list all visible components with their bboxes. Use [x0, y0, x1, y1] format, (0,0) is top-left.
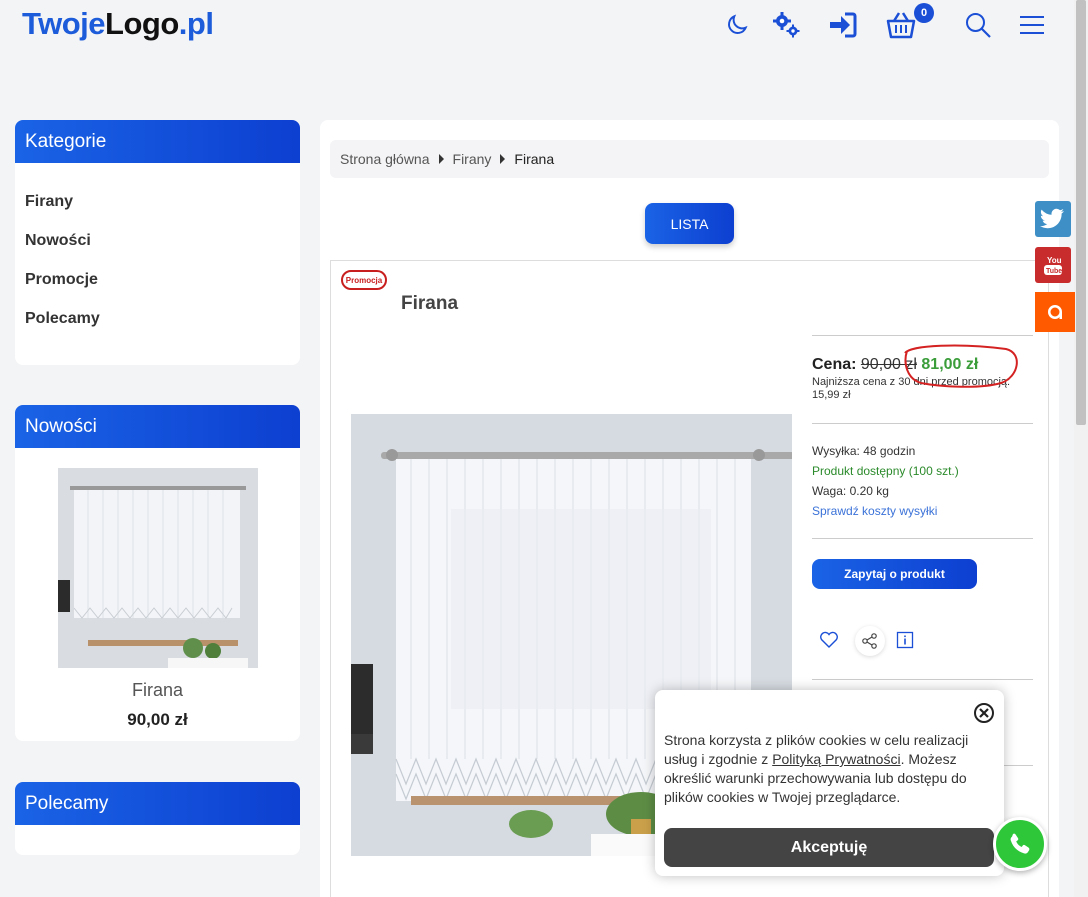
- info-icon[interactable]: [891, 626, 919, 654]
- ask-about-product-button[interactable]: Zapytaj o produkt: [812, 559, 977, 589]
- price-label: Cena:: [812, 356, 857, 373]
- shipping-row: Wysyłka: 48 godzin: [812, 444, 1033, 458]
- share-icon[interactable]: [855, 626, 885, 656]
- settings-icon[interactable]: [769, 8, 803, 42]
- heart-icon[interactable]: [815, 626, 843, 654]
- accept-cookies-button[interactable]: Akceptuję: [664, 828, 994, 867]
- basket-icon[interactable]: [884, 8, 918, 42]
- news-product-name[interactable]: Firana: [15, 680, 300, 701]
- search-icon[interactable]: [961, 8, 995, 42]
- svg-text:Tube: Tube: [1046, 268, 1062, 275]
- news-box: Nowości Firana 90,00 zł: [15, 405, 300, 741]
- logo-part-2: Logo: [105, 6, 179, 41]
- divider: [812, 423, 1033, 424]
- breadcrumb-separator-icon: [438, 154, 444, 164]
- product-title: Firana: [401, 293, 459, 314]
- twitter-icon[interactable]: [1035, 201, 1071, 237]
- categories-box: Kategorie Firany Nowości Promocje Poleca…: [15, 120, 300, 365]
- category-firany[interactable]: Firany: [25, 193, 290, 232]
- close-icon[interactable]: [973, 702, 995, 724]
- lowest-price-value: 15,99 zł: [812, 389, 851, 401]
- category-promocje[interactable]: Promocje: [25, 271, 290, 310]
- shipping-value: 48 godzin: [863, 444, 916, 458]
- category-nowosci[interactable]: Nowości: [25, 232, 290, 271]
- availability-status: Produkt dostępny (100 szt.): [812, 464, 959, 478]
- recommended-title: Polecamy: [15, 782, 300, 825]
- news-title: Nowości: [15, 405, 300, 448]
- weight-value: 0.20: [849, 484, 873, 498]
- divider: [812, 335, 1033, 336]
- cookie-banner: Strona korzysta z plików cookies w celu …: [655, 690, 1004, 876]
- promo-badge: Promocja: [341, 270, 387, 290]
- breadcrumb: Strona główna Firany Firana: [330, 140, 1049, 178]
- allegro-icon[interactable]: [1035, 292, 1075, 332]
- shipping-label: Wysyłka:: [812, 444, 860, 458]
- svg-text:You: You: [1047, 256, 1062, 265]
- breadcrumb-separator-icon: [500, 154, 506, 164]
- red-annotation-circle: [904, 344, 1018, 388]
- news-product-card[interactable]: Firana 90,00 zł: [15, 448, 300, 740]
- divider: [812, 538, 1033, 539]
- shipping-cost-link[interactable]: Sprawdź koszty wysyłki: [812, 504, 1033, 518]
- categories-title: Kategorie: [15, 120, 300, 163]
- divider: [812, 679, 1033, 680]
- scrollbar-thumb[interactable]: [1076, 0, 1086, 425]
- weight-unit: kg: [876, 484, 889, 498]
- logo-part-1: Twoje: [22, 6, 106, 41]
- news-product-image[interactable]: [57, 468, 258, 668]
- breadcrumb-category[interactable]: Firany: [453, 151, 492, 167]
- moon-icon[interactable]: [720, 8, 754, 42]
- list-view-button[interactable]: LISTA: [645, 203, 734, 244]
- privacy-policy-link[interactable]: Polityką Prywatności: [772, 751, 900, 767]
- cart-count-badge: 0: [914, 3, 934, 23]
- news-product-price: 90,00 zł: [127, 710, 188, 729]
- login-icon[interactable]: [826, 8, 860, 42]
- weight-row: Waga: 0.20 kg: [812, 484, 1033, 498]
- breadcrumb-home[interactable]: Strona główna: [340, 151, 430, 167]
- page-scrollbar[interactable]: [1074, 0, 1088, 897]
- youtube-icon[interactable]: You Tube: [1035, 247, 1071, 283]
- category-polecamy[interactable]: Polecamy: [25, 310, 290, 349]
- breadcrumb-current: Firana: [514, 151, 555, 167]
- logo-part-3: .pl: [178, 6, 214, 41]
- recommended-box: Polecamy: [15, 782, 300, 855]
- menu-icon[interactable]: [1015, 8, 1049, 42]
- whatsapp-phone-icon[interactable]: [993, 817, 1047, 871]
- site-logo[interactable]: TwojeLogo.pl: [22, 6, 214, 42]
- weight-label: Waga:: [812, 484, 847, 498]
- cookie-message: Strona korzysta z plików cookies w celu …: [664, 731, 994, 807]
